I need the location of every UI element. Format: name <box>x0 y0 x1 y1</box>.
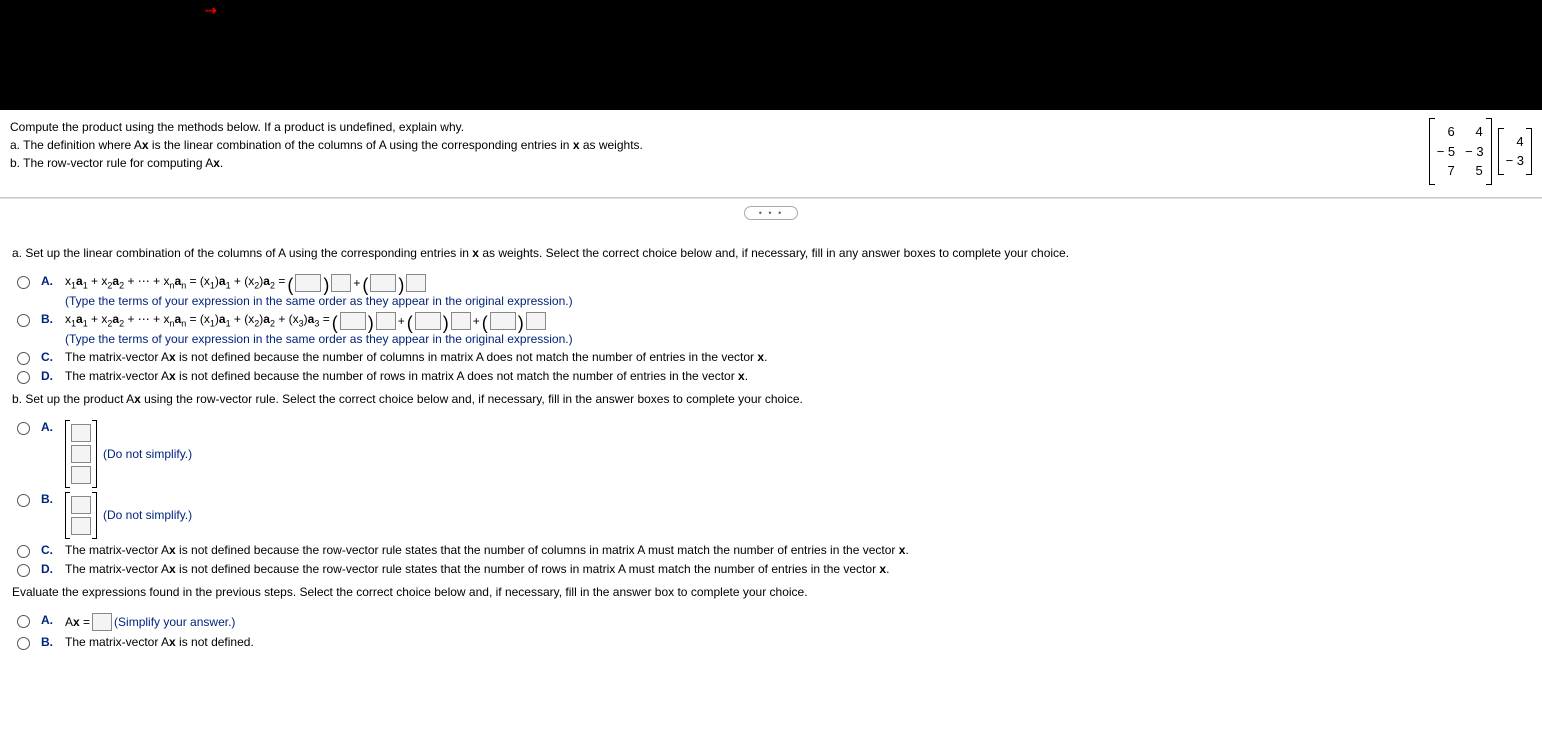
expand-pill-wrap: • • • <box>0 199 1542 226</box>
question-text: Compute the product using the methods be… <box>10 118 1372 185</box>
part-b-option-d: D. The matrix-vector Ax is not defined b… <box>12 562 1530 577</box>
part-a-d-text: The matrix-vector Ax is not defined beca… <box>65 369 748 383</box>
part-a-a-expression: x1a1 + x2a2 + ⋯ + xnan = (x1)a1 + (x2)a2… <box>65 274 573 292</box>
pa-a-input3[interactable] <box>370 274 396 292</box>
option-label: A. <box>41 274 57 288</box>
part-b-option-a: A. (Do not simplify.) <box>12 420 1530 488</box>
eval-option-a: A. Ax = (Simplify your answer.) <box>12 613 1530 631</box>
pa-b-input1[interactable] <box>340 312 366 330</box>
part-b-radio-c[interactable] <box>17 545 30 558</box>
option-label: A. <box>41 613 57 627</box>
part-b-a-vector: (Do not simplify.) <box>65 420 192 488</box>
option-label: B. <box>41 635 57 649</box>
part-b-radio-b[interactable] <box>17 494 30 507</box>
expand-pill[interactable]: • • • <box>744 206 798 220</box>
eval-radio-b[interactable] <box>17 637 30 650</box>
pa-b-input2[interactable] <box>376 312 396 330</box>
part-b-prompt: b. Set up the product Ax using the row-v… <box>12 392 1530 406</box>
pb-a-input2[interactable] <box>71 445 91 463</box>
part-a-option-d: D. The matrix-vector Ax is not defined b… <box>12 369 1530 384</box>
part-b-c-text: The matrix-vector Ax is not defined beca… <box>65 543 909 557</box>
part-a-radio-d[interactable] <box>17 371 30 384</box>
part-a-option-a: A. x1a1 + x2a2 + ⋯ + xnan = (x1)a1 + (x2… <box>12 274 1530 308</box>
header-line1: Compute the product using the methods be… <box>10 118 1372 136</box>
pa-b-input6[interactable] <box>526 312 546 330</box>
eval-prompt: Evaluate the expressions found in the pr… <box>12 585 1530 599</box>
matrix-display: 6 4 − 5 − 3 7 5 4 − 3 <box>1372 118 1532 185</box>
part-b-radio-d[interactable] <box>17 564 30 577</box>
pa-a-input2[interactable] <box>331 274 351 292</box>
pa-b-input5[interactable] <box>490 312 516 330</box>
eval-a-input[interactable] <box>92 613 112 631</box>
part-a-c-text: The matrix-vector Ax is not defined beca… <box>65 350 767 364</box>
part-a-radio-b[interactable] <box>17 314 30 327</box>
pa-b-input4[interactable] <box>451 312 471 330</box>
option-label: A. <box>41 420 57 434</box>
part-b-radio-a[interactable] <box>17 422 30 435</box>
pb-a-input3[interactable] <box>71 466 91 484</box>
part-b-option-b: B. (Do not simplify.) <box>12 492 1530 539</box>
part-b-a-hint: (Do not simplify.) <box>103 447 192 461</box>
option-label: D. <box>41 562 57 576</box>
eval-a-expression: Ax = (Simplify your answer.) <box>65 613 235 631</box>
header-line2: a. The definition where Ax is the linear… <box>10 136 1372 154</box>
option-label: B. <box>41 492 57 506</box>
part-a-option-c: C. The matrix-vector Ax is not defined b… <box>12 350 1530 365</box>
eval-b-text: The matrix-vector Ax is not defined. <box>65 635 254 649</box>
part-a-option-b: B. x1a1 + x2a2 + ⋯ + xnan = (x1)a1 + (x2… <box>12 312 1530 346</box>
part-b-b-vector: (Do not simplify.) <box>65 492 192 539</box>
eval-option-b: B. The matrix-vector Ax is not defined. <box>12 635 1530 650</box>
pa-a-input1[interactable] <box>295 274 321 292</box>
eval-radio-a[interactable] <box>17 615 30 628</box>
pb-b-input2[interactable] <box>71 517 91 535</box>
matrix-A: 6 4 − 5 − 3 7 5 <box>1429 118 1492 185</box>
part-b-b-hint: (Do not simplify.) <box>103 508 192 522</box>
vector-x: 4 − 3 <box>1498 128 1532 175</box>
question-header: Compute the product using the methods be… <box>0 110 1542 198</box>
option-label: B. <box>41 312 57 326</box>
top-black-bar: ⇢ <box>0 0 1542 110</box>
question-body: a. Set up the linear combination of the … <box>0 226 1542 674</box>
part-b-d-text: The matrix-vector Ax is not defined beca… <box>65 562 889 576</box>
eval-a-hint: (Simplify your answer.) <box>114 615 235 629</box>
part-b-option-c: C. The matrix-vector Ax is not defined b… <box>12 543 1530 558</box>
header-line3: b. The row-vector rule for computing Ax. <box>10 154 1372 172</box>
part-a-a-hint: (Type the terms of your expression in th… <box>65 294 573 308</box>
part-a-b-expression: x1a1 + x2a2 + ⋯ + xnan = (x1)a1 + (x2)a2… <box>65 312 573 330</box>
part-a-radio-a[interactable] <box>17 276 30 289</box>
red-annotation: ⇢ <box>205 2 217 19</box>
option-label: C. <box>41 543 57 557</box>
option-label: C. <box>41 350 57 364</box>
pa-a-input4[interactable] <box>406 274 426 292</box>
pb-b-input1[interactable] <box>71 496 91 514</box>
option-label: D. <box>41 369 57 383</box>
pa-b-input3[interactable] <box>415 312 441 330</box>
part-a-b-hint: (Type the terms of your expression in th… <box>65 332 573 346</box>
pb-a-input1[interactable] <box>71 424 91 442</box>
part-a-prompt: a. Set up the linear combination of the … <box>12 246 1530 260</box>
part-a-radio-c[interactable] <box>17 352 30 365</box>
